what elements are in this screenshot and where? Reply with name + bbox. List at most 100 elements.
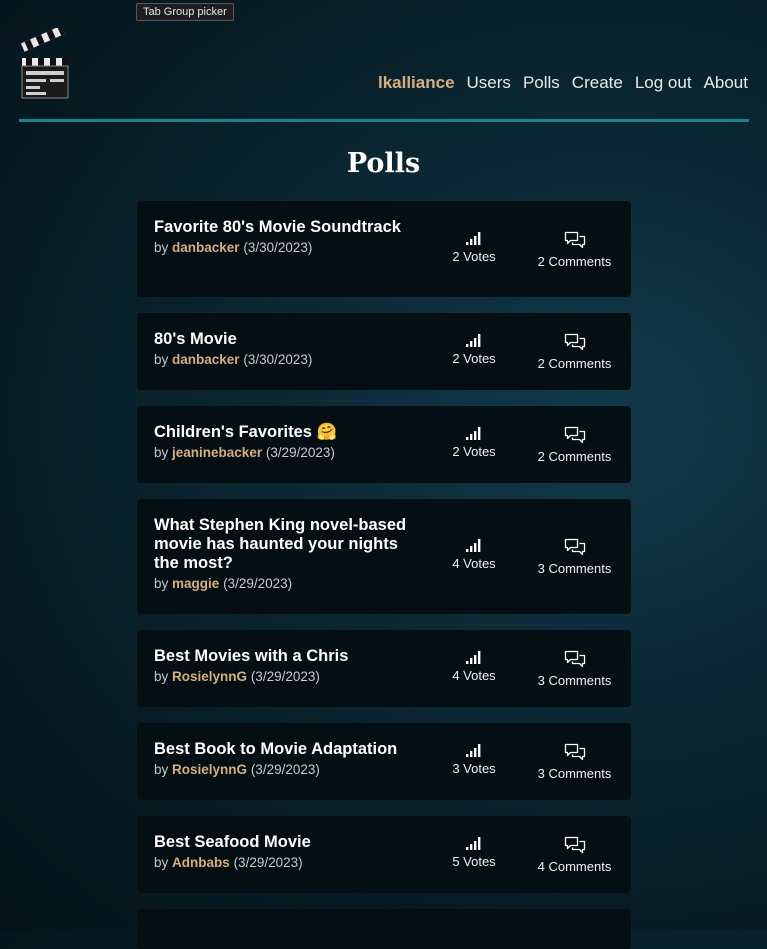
poll-card[interactable]: Favorite 80's Movie Soundtrack by danbac… bbox=[137, 201, 631, 297]
poll-byline: by danbacker (3/30/2023) bbox=[154, 352, 414, 367]
poll-comments: 2 Comments bbox=[522, 333, 627, 371]
poll-comments: 3 Comments bbox=[522, 538, 627, 576]
poll-author-link[interactable]: jeaninebacker bbox=[172, 445, 262, 460]
comments-icon bbox=[564, 426, 585, 444]
poll-date: (3/29/2023) bbox=[250, 669, 320, 684]
nav-user-link[interactable]: lkalliance bbox=[378, 73, 455, 93]
poll-card-partial[interactable] bbox=[137, 909, 631, 949]
poll-votes: 2 Votes bbox=[439, 231, 509, 264]
poll-card[interactable]: Best Movies with a Chris by RosielynnG (… bbox=[137, 630, 631, 707]
comments-icon bbox=[564, 333, 585, 351]
comments-icon bbox=[564, 836, 585, 854]
poll-date: (3/29/2023) bbox=[265, 445, 335, 460]
comments-count: 3 Comments bbox=[537, 673, 612, 688]
poll-question: Best Movies with a Chris bbox=[154, 647, 349, 665]
comments-icon bbox=[564, 231, 585, 249]
page-title: Polls bbox=[346, 148, 421, 179]
poll-votes: 4 Votes bbox=[439, 538, 509, 571]
poll-question: 80's Movie bbox=[154, 330, 237, 348]
comments-count: 4 Comments bbox=[537, 859, 612, 874]
poll-byline: by maggie (3/29/2023) bbox=[154, 576, 414, 591]
poll-author-link[interactable]: danbacker bbox=[172, 240, 240, 255]
poll-question: What Stephen King novel-based movie has … bbox=[154, 516, 407, 572]
poll-date: (3/29/2023) bbox=[250, 762, 320, 777]
comments-icon bbox=[564, 538, 585, 556]
main-nav: lkalliance Users Polls Create Log out Ab… bbox=[378, 73, 748, 93]
votes-count: 5 Votes bbox=[452, 854, 496, 869]
nav-polls-link[interactable]: Polls bbox=[523, 73, 560, 93]
comments-count: 2 Comments bbox=[537, 356, 612, 371]
poll-byline: by Adnbabs (3/29/2023) bbox=[154, 855, 414, 870]
poll-author-link[interactable]: Adnbabs bbox=[172, 855, 230, 870]
poll-byline: by jeaninebacker (3/29/2023) bbox=[154, 445, 414, 460]
signal-bars-icon bbox=[466, 837, 481, 850]
poll-author-link[interactable]: danbacker bbox=[172, 352, 240, 367]
by-label: by bbox=[154, 576, 169, 591]
by-label: by bbox=[154, 240, 169, 255]
header-divider bbox=[19, 119, 749, 122]
poll-votes: 5 Votes bbox=[439, 836, 509, 869]
votes-count: 4 Votes bbox=[452, 668, 496, 683]
poll-question: Favorite 80's Movie Soundtrack bbox=[154, 218, 401, 236]
poll-text: Favorite 80's Movie Soundtrack by danbac… bbox=[154, 218, 414, 255]
comments-icon bbox=[564, 743, 585, 761]
poll-comments: 2 Comments bbox=[522, 426, 627, 464]
poll-author-link[interactable]: RosielynnG bbox=[172, 669, 247, 684]
poll-date: (3/30/2023) bbox=[243, 240, 313, 255]
poll-text: Children's Favorites 🤗 by jeaninebacker … bbox=[154, 423, 414, 460]
poll-text: 80's Movie by danbacker (3/30/2023) bbox=[154, 330, 414, 367]
tab-group-picker-tooltip: Tab Group picker bbox=[136, 3, 234, 21]
poll-card[interactable]: Best Book to Movie Adaptation by Rosiely… bbox=[137, 723, 631, 800]
poll-text: What Stephen King novel-based movie has … bbox=[154, 516, 414, 591]
poll-question: Best Seafood Movie bbox=[154, 833, 311, 851]
poll-date: (3/29/2023) bbox=[233, 855, 303, 870]
clapperboard-logo[interactable] bbox=[20, 25, 70, 100]
poll-votes: 2 Votes bbox=[439, 333, 509, 366]
votes-count: 3 Votes bbox=[452, 761, 496, 776]
comments-icon bbox=[564, 650, 585, 668]
signal-bars-icon bbox=[466, 232, 481, 245]
nav-logout-link[interactable]: Log out bbox=[635, 73, 692, 93]
signal-bars-icon bbox=[466, 539, 481, 552]
poll-author-link[interactable]: maggie bbox=[172, 576, 219, 591]
comments-count: 2 Comments bbox=[537, 254, 612, 269]
poll-comments: 3 Comments bbox=[522, 650, 627, 688]
poll-question: Children's Favorites 🤗 bbox=[154, 423, 338, 441]
poll-byline: by RosielynnG (3/29/2023) bbox=[154, 669, 414, 684]
poll-card[interactable]: Best Seafood Movie by Adnbabs (3/29/2023… bbox=[137, 816, 631, 893]
comments-count: 3 Comments bbox=[537, 561, 612, 576]
nav-about-link[interactable]: About bbox=[704, 73, 748, 93]
signal-bars-icon bbox=[466, 427, 481, 440]
by-label: by bbox=[154, 855, 169, 870]
poll-card[interactable]: 80's Movie by danbacker (3/30/2023) 2 Vo… bbox=[137, 313, 631, 390]
poll-text: Best Book to Movie Adaptation by Rosiely… bbox=[154, 740, 414, 777]
poll-card[interactable]: What Stephen King novel-based movie has … bbox=[137, 499, 631, 614]
poll-text: Best Seafood Movie by Adnbabs (3/29/2023… bbox=[154, 833, 414, 870]
poll-date: (3/29/2023) bbox=[223, 576, 293, 591]
poll-byline: by RosielynnG (3/29/2023) bbox=[154, 762, 414, 777]
nav-users-link[interactable]: Users bbox=[467, 73, 511, 93]
nav-create-link[interactable]: Create bbox=[572, 73, 623, 93]
votes-count: 2 Votes bbox=[452, 249, 496, 264]
poll-card[interactable]: Children's Favorites 🤗 by jeaninebacker … bbox=[137, 406, 631, 483]
poll-author-link[interactable]: RosielynnG bbox=[172, 762, 247, 777]
signal-bars-icon bbox=[466, 744, 481, 757]
poll-votes: 3 Votes bbox=[439, 743, 509, 776]
signal-bars-icon bbox=[466, 651, 481, 664]
votes-count: 4 Votes bbox=[452, 556, 496, 571]
comments-count: 3 Comments bbox=[537, 766, 612, 781]
poll-question: Best Book to Movie Adaptation bbox=[154, 740, 398, 758]
by-label: by bbox=[154, 445, 169, 460]
signal-bars-icon bbox=[466, 334, 481, 347]
votes-count: 2 Votes bbox=[452, 444, 496, 459]
poll-byline: by danbacker (3/30/2023) bbox=[154, 240, 414, 255]
poll-comments: 3 Comments bbox=[522, 743, 627, 781]
poll-comments: 2 Comments bbox=[522, 231, 627, 269]
by-label: by bbox=[154, 762, 169, 777]
comments-count: 2 Comments bbox=[537, 449, 612, 464]
poll-votes: 2 Votes bbox=[439, 426, 509, 459]
poll-date: (3/30/2023) bbox=[243, 352, 313, 367]
by-label: by bbox=[154, 669, 169, 684]
poll-votes: 4 Votes bbox=[439, 650, 509, 683]
poll-comments: 4 Comments bbox=[522, 836, 627, 874]
